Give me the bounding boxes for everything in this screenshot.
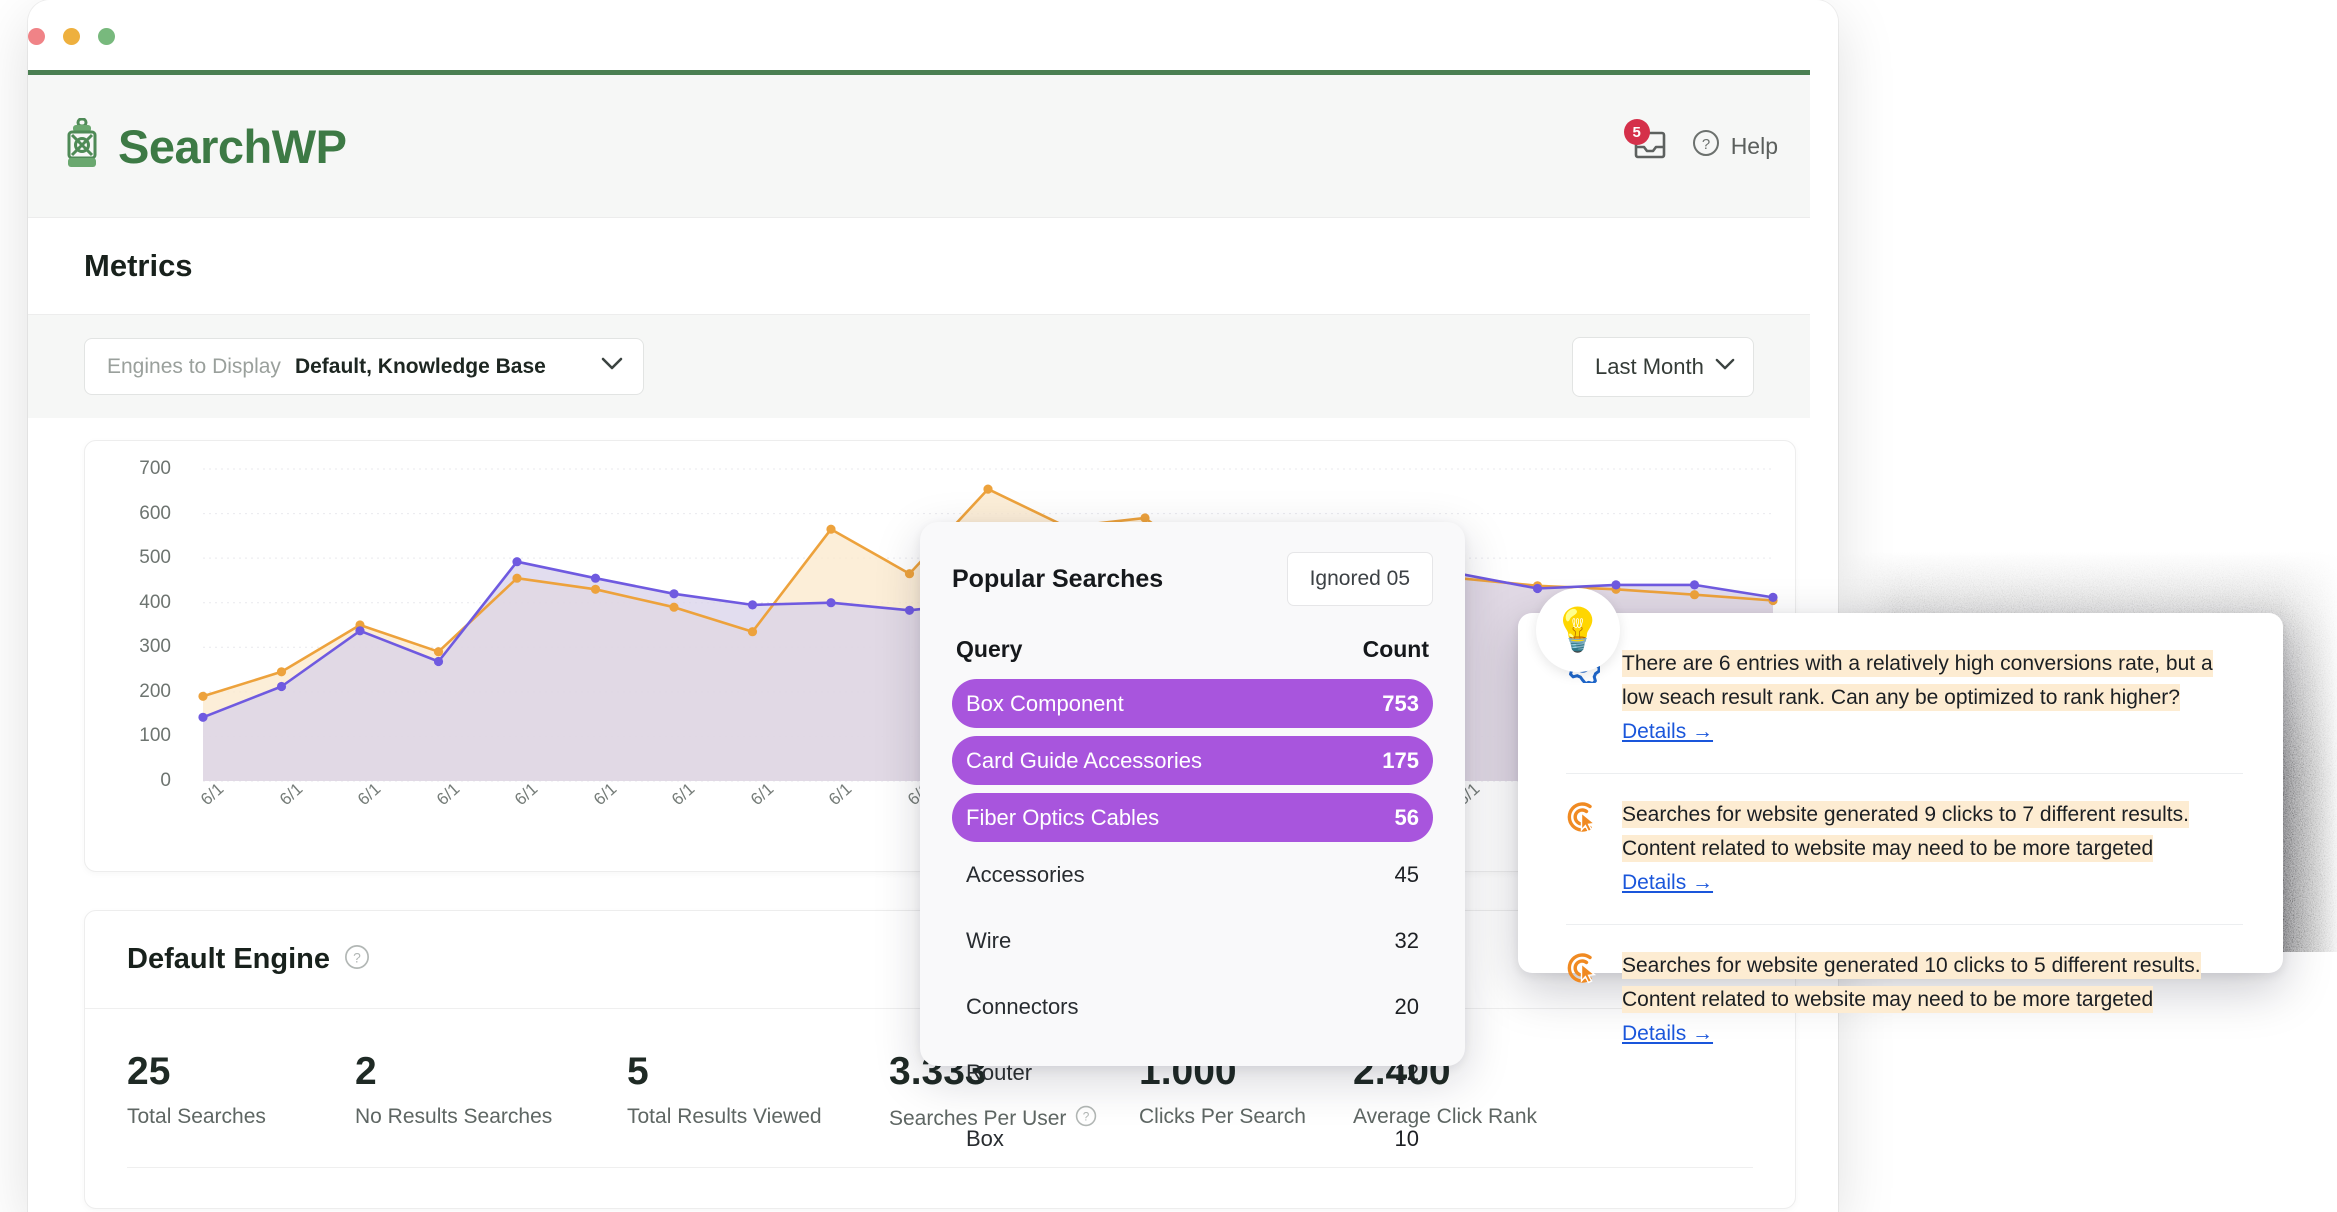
screenshot-root: SearchWP 5 [0, 0, 2337, 1212]
lightbulb-icon: 💡 [1536, 588, 1620, 672]
insight-text: Searches for website generated 10 clicks… [1622, 949, 2243, 1051]
question-circle-icon[interactable]: ? [344, 944, 370, 975]
svg-text:?: ? [1702, 136, 1710, 153]
popular-search-query: Accessories [966, 862, 1085, 888]
popular-search-count: 45 [1395, 862, 1419, 888]
popular-searches-columns: Query Count [952, 636, 1433, 663]
popular-search-count: 753 [1382, 691, 1419, 717]
popular-search-query: Box Component [966, 691, 1124, 717]
stat-label: Total Results Viewed [627, 1105, 889, 1129]
stat-label: No Results Searches [355, 1105, 627, 1129]
popular-search-count: 32 [1395, 928, 1419, 954]
insight-text: Searches for website generated 9 clicks … [1622, 798, 2243, 900]
details-link[interactable]: Details → [1622, 720, 1713, 743]
y-axis-tick-label: 0 [113, 770, 171, 792]
y-axis-tick-label: 300 [113, 636, 171, 658]
window-titlebar [28, 0, 1838, 70]
page-title: Metrics [84, 248, 193, 284]
brand-name: SearchWP [118, 119, 346, 174]
stat-card: 2 No Results Searches [355, 1049, 627, 1133]
maximize-button[interactable] [98, 28, 115, 45]
popular-search-count: 56 [1395, 805, 1419, 831]
column-header-count: Count [1363, 636, 1429, 663]
date-range-select[interactable]: Last Month [1572, 337, 1754, 397]
popular-search-row[interactable]: Accessories 45 [952, 850, 1433, 899]
y-axis-tick-label: 500 [113, 547, 171, 569]
notification-badge: 5 [1624, 119, 1650, 145]
popular-searches-title: Popular Searches [952, 565, 1163, 594]
stat-value: 5 [627, 1049, 889, 1095]
stat-label: Total Searches [127, 1105, 355, 1129]
ignored-button[interactable]: Ignored 05 [1287, 552, 1433, 606]
question-circle-icon: ? [1692, 129, 1720, 163]
y-axis-tick-label: 100 [113, 725, 171, 747]
details-link[interactable]: Details → [1622, 871, 1713, 894]
filter-bar: Engines to Display Default, Knowledge Ba… [28, 315, 1810, 418]
engines-label: Engines to Display [107, 355, 281, 379]
popular-search-count: 12 [1395, 1060, 1419, 1086]
popular-searches-header: Popular Searches Ignored 05 [952, 552, 1433, 606]
popular-search-count: 175 [1382, 748, 1419, 774]
help-label: Help [1731, 133, 1778, 160]
popular-search-row[interactable]: Card Guide Accessories 175 [952, 736, 1433, 785]
y-axis-tick-label: 200 [113, 681, 171, 703]
lantern-icon [60, 118, 104, 175]
header-actions: 5 ? [1634, 129, 1778, 163]
popular-search-row[interactable]: Connectors 20 [952, 982, 1433, 1031]
popular-search-row[interactable]: Box 10 [952, 1114, 1433, 1163]
column-header-query: Query [956, 636, 1022, 663]
popular-search-count: 20 [1395, 994, 1419, 1020]
inbox-icon [1634, 147, 1666, 164]
engines-to-display-select[interactable]: Engines to Display Default, Knowledge Ba… [84, 338, 644, 395]
insight-item: Searches for website generated 10 clicks… [1566, 949, 2243, 1075]
popular-search-row[interactable]: Fiber Optics Cables 56 [952, 793, 1433, 842]
window-controls[interactable] [28, 28, 115, 45]
y-axis-tick-label: 400 [113, 592, 171, 614]
inbox-button[interactable]: 5 [1634, 130, 1666, 162]
brand-logo[interactable]: SearchWP [60, 118, 346, 175]
y-axis-tick-label: 600 [113, 503, 171, 525]
help-button[interactable]: ? Help [1692, 129, 1778, 163]
popular-search-count: 10 [1395, 1126, 1419, 1152]
popular-search-query: Router [966, 1060, 1032, 1086]
stat-card: 25 Total Searches [127, 1049, 355, 1133]
svg-text:?: ? [353, 950, 361, 966]
popular-search-query: Card Guide Accessories [966, 748, 1202, 774]
stat-value: 2 [355, 1049, 627, 1095]
popular-searches-panel: Popular Searches Ignored 05 Query Count … [920, 522, 1465, 1066]
popular-search-query: Box [966, 1126, 1004, 1152]
page-title-bar: Metrics [28, 218, 1810, 315]
stat-card: 5 Total Results Viewed [627, 1049, 889, 1133]
click-target-icon [1566, 800, 1600, 834]
insights-panel: There are 6 entries with a relatively hi… [1518, 613, 2283, 973]
stat-value: 25 [127, 1049, 355, 1095]
close-button[interactable] [28, 28, 45, 45]
chevron-down-icon [601, 357, 623, 376]
minimize-button[interactable] [63, 28, 80, 45]
default-engine-title: Default Engine [127, 943, 330, 976]
click-target-icon [1566, 951, 1600, 985]
insight-item: Searches for website generated 9 clicks … [1566, 798, 2243, 925]
y-axis-tick-label: 700 [113, 458, 171, 480]
chevron-down-icon [1715, 358, 1735, 376]
popular-search-query: Connectors [966, 994, 1079, 1020]
popular-search-query: Fiber Optics Cables [966, 805, 1159, 831]
popular-search-row[interactable]: Box Component 753 [952, 679, 1433, 728]
date-range-value: Last Month [1595, 354, 1704, 380]
engines-value: Default, Knowledge Base [295, 355, 546, 379]
popular-search-query: Wire [966, 928, 1011, 954]
popular-search-row[interactable]: Router 12 [952, 1048, 1433, 1097]
insight-item: There are 6 entries with a relatively hi… [1566, 647, 2243, 774]
popular-searches-list: Box Component 753 Card Guide Accessories 17… [952, 679, 1433, 1163]
insight-text: There are 6 entries with a relatively hi… [1622, 647, 2243, 749]
app-header: SearchWP 5 [28, 75, 1810, 218]
details-link[interactable]: Details → [1622, 1022, 1713, 1045]
popular-search-row[interactable]: Wire 32 [952, 916, 1433, 965]
